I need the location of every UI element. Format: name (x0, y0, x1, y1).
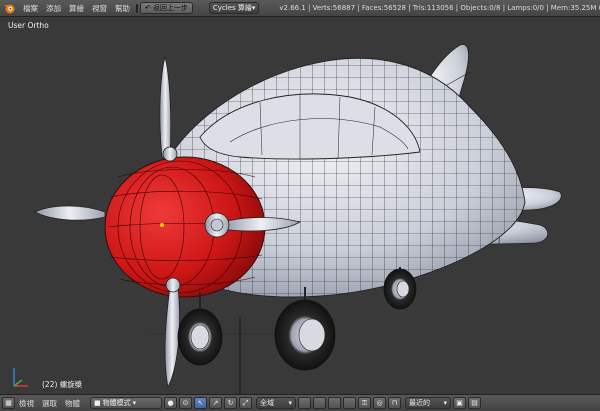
mode-select[interactable]: ■ 物體模式 ▾ (90, 397, 162, 409)
undo-button[interactable]: ↶ 返回上一步 (140, 2, 193, 14)
undo-icon: ↶ (145, 4, 151, 12)
pivot-point-icon[interactable]: ⊙ (179, 397, 192, 409)
layer-button[interactable] (343, 397, 356, 409)
object-mode-icon: ■ (94, 399, 101, 407)
opengl-render-icon[interactable]: ▣ (453, 397, 466, 409)
opengl-anim-icon[interactable]: ▤ (468, 397, 481, 409)
manipulator-toggle-icon[interactable]: ↖ (194, 397, 207, 409)
menu-window[interactable]: 視窗 (88, 3, 111, 14)
menu-file[interactable]: 檔案 (19, 3, 42, 14)
3d-viewport[interactable]: User Ortho (22) 螺旋槳 (0, 17, 600, 394)
dropdown-arrow-icon: ▾ (132, 399, 137, 407)
dropdown-arrow-icon: ▾ (251, 4, 256, 12)
render-engine-label: Cycles 算繪 (212, 4, 252, 12)
lock-icon[interactable]: ⚿ (358, 397, 371, 409)
editor-type-icon[interactable]: ▦ (2, 397, 15, 409)
airplane-model (34, 44, 562, 394)
menu-select[interactable]: 選取 (38, 398, 61, 409)
menu-help[interactable]: 幫助 (111, 3, 134, 14)
menu-view[interactable]: 檢視 (15, 398, 38, 409)
orientation-label: 全域 (260, 399, 274, 407)
viewport-shading-icon[interactable]: ● (164, 397, 177, 409)
layer-button[interactable] (328, 397, 341, 409)
mode-label: 物體模式 (102, 399, 131, 407)
undo-label: 返回上一步 (152, 4, 188, 12)
snap-target-select[interactable]: 最近的 ▾ (405, 397, 451, 409)
active-object-label: (22) 螺旋槳 (42, 380, 83, 389)
snap-toggle-icon[interactable]: ⊓ (388, 397, 401, 409)
layer-button[interactable] (298, 397, 311, 409)
snap-target-label: 最近的 (409, 399, 430, 407)
blender-logo-icon[interactable] (3, 2, 16, 15)
render-engine-select[interactable]: Cycles 算繪 ▾ (208, 2, 260, 14)
axis-gizmo-icon (13, 368, 28, 387)
rotate-icon[interactable]: ↻ (224, 397, 237, 409)
scale-icon[interactable]: ⤢ (239, 397, 252, 409)
proportional-edit-icon[interactable]: ◎ (373, 397, 386, 409)
menu-object[interactable]: 物體 (61, 398, 84, 409)
menu-add[interactable]: 添加 (42, 3, 65, 14)
scene-stats: v2.66.1 | Verts:56887 | Faces:56528 | Tr… (279, 4, 600, 12)
screen-layout-icon[interactable] (136, 3, 138, 13)
layer-button[interactable] (313, 397, 326, 409)
info-header: 檔案 添加 算繪 視窗 幫助 ↶ 返回上一步 Cycles 算繪 ▾ v2.66… (0, 0, 600, 17)
translate-icon[interactable]: ↗ (209, 397, 222, 409)
3d-view-header: ▦ 檢視 選取 物體 ■ 物體模式 ▾ ● ⊙ ↖ ↗ ↻ ⤢ 全域 ▾ ⚿ ◎… (0, 394, 600, 411)
transform-orientation-select[interactable]: 全域 ▾ (256, 397, 296, 409)
view-label: User Ortho (8, 21, 49, 30)
menu-render[interactable]: 算繪 (65, 3, 88, 14)
dropdown-arrow-icon: ▾ (288, 399, 292, 407)
dropdown-arrow-icon: ▾ (443, 399, 447, 407)
